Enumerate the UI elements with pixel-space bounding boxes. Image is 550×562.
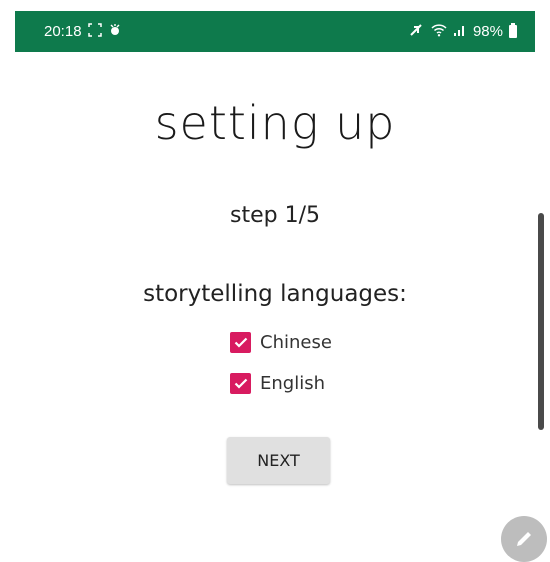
languages-heading: storytelling languages: [143, 281, 407, 307]
battery-percent: 98% [472, 23, 503, 40]
notification-icon [108, 23, 122, 40]
english-checkbox[interactable] [230, 372, 251, 394]
step-indicator: step 1/5 [230, 203, 320, 228]
next-button[interactable]: NEXT [227, 437, 330, 484]
battery-icon [509, 23, 517, 38]
status-bar: 20:18 98% [15, 11, 535, 52]
signal-icon [453, 23, 467, 40]
page-title: setting up [154, 96, 396, 150]
mute-icon [409, 23, 425, 40]
check-icon [234, 378, 247, 389]
status-time: 20:18 [44, 23, 82, 40]
screenshot-icon [87, 23, 102, 40]
language-option-chinese[interactable]: Chinese [230, 330, 332, 354]
english-label[interactable]: English [260, 373, 325, 394]
edit-button[interactable] [501, 516, 547, 562]
chinese-label[interactable]: Chinese [260, 332, 332, 353]
status-left: 20:18 [44, 23, 122, 40]
wifi-icon [431, 23, 447, 40]
language-option-english[interactable]: English [230, 371, 325, 395]
pencil-icon [517, 532, 531, 546]
check-icon [234, 337, 247, 348]
status-right: 98% [409, 23, 517, 40]
side-scroll-handle[interactable] [538, 213, 544, 430]
chinese-checkbox[interactable] [230, 331, 251, 353]
